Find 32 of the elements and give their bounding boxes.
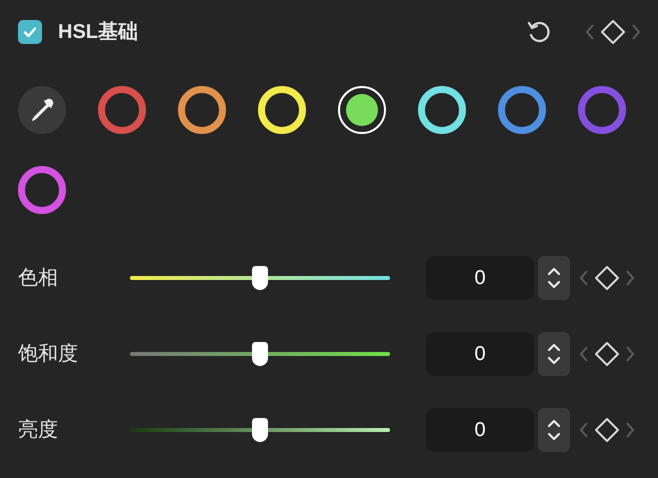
color-swatch[interactable] (578, 86, 626, 134)
color-swatch[interactable] (178, 86, 226, 134)
value-field[interactable]: 0 (426, 408, 534, 452)
checkbox[interactable] (18, 20, 42, 44)
keyframe-diamond-icon[interactable] (600, 19, 626, 45)
slider-thumb[interactable] (252, 266, 268, 290)
eyedropper-button[interactable] (18, 86, 66, 134)
color-swatch[interactable] (498, 86, 546, 134)
stepper-button[interactable] (538, 256, 570, 300)
keyframe-diamond-icon[interactable] (594, 417, 620, 443)
section-title: HSL基础 (58, 20, 138, 45)
up-down-icon (546, 341, 562, 367)
slider-thumb[interactable] (252, 418, 268, 442)
color-swatch[interactable] (18, 166, 66, 214)
slider[interactable] (130, 264, 390, 292)
slider-label: 饱和度 (18, 342, 79, 367)
slider-label: 亮度 (18, 418, 59, 443)
slider-label: 色相 (18, 266, 59, 291)
stepper-button[interactable] (538, 408, 570, 452)
up-down-icon (546, 417, 562, 443)
stepper-button[interactable] (538, 332, 570, 376)
eyedropper-icon (29, 97, 55, 123)
keyframe-diamond-icon[interactable] (594, 265, 620, 291)
color-swatch[interactable] (98, 86, 146, 134)
value-field[interactable]: 0 (426, 332, 534, 376)
slider[interactable] (130, 340, 390, 368)
slider[interactable] (130, 416, 390, 444)
up-down-icon (546, 265, 562, 291)
keyframe-diamond-icon[interactable] (594, 341, 620, 367)
reset-icon[interactable] (526, 19, 552, 45)
slider-thumb[interactable] (252, 342, 268, 366)
value-field[interactable]: 0 (426, 256, 534, 300)
